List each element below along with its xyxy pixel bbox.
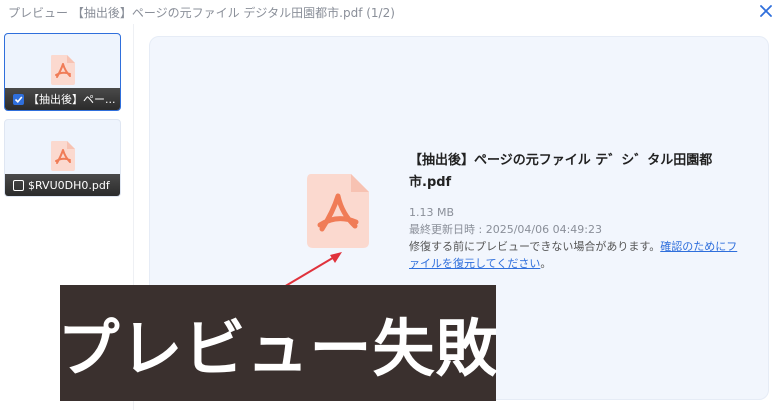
checkbox[interactable] [13, 179, 24, 191]
window-title: プレビュー 【抽出後】ページの元ファイル デジタル田園都市.pdf (1/2) [8, 6, 395, 20]
pdf-file-icon [307, 174, 369, 248]
preview-warning: 修復する前にプレビューできない場合があります。確認のためにファイルを復元してくだ… [409, 238, 739, 272]
file-info: 【抽出後】ページの元ファイル テ゛シ゛タル田園都市.pdf 1.13 MB 最終… [409, 150, 739, 272]
thumbnail-item-1[interactable]: 【抽出後】ペー... [4, 33, 121, 111]
preview-failed-banner: プレビュー失敗 [58, 285, 498, 401]
file-size: 1.13 MB [409, 206, 455, 219]
title-bar: プレビュー 【抽出後】ページの元ファイル デジタル田園都市.pdf (1/2) [0, 0, 780, 24]
thumbnail-caption: $RVU0DH0.pdf [5, 174, 120, 196]
warning-end: 。 [540, 257, 552, 270]
file-name: 【抽出後】ページの元ファイル テ゛シ゛タル田園都市.pdf [409, 153, 713, 190]
pdf-file-icon [51, 55, 75, 85]
thumbnail-item-2[interactable]: $RVU0DH0.pdf [4, 119, 121, 197]
checkbox[interactable] [13, 93, 24, 105]
modified-time: 最終更新日時 : 2025/04/06 04:49:23 [409, 223, 602, 236]
pdf-file-icon [51, 141, 75, 171]
thumbnail-caption: 【抽出後】ペー... [5, 88, 120, 110]
close-icon[interactable] [756, 1, 776, 21]
warning-text: 修復する前にプレビューできない場合があります。 [409, 240, 661, 253]
thumbnail-label: $RVU0DH0.pdf [28, 178, 110, 192]
thumbnail-label: 【抽出後】ペー... [28, 93, 116, 106]
check-icon [14, 95, 23, 103]
